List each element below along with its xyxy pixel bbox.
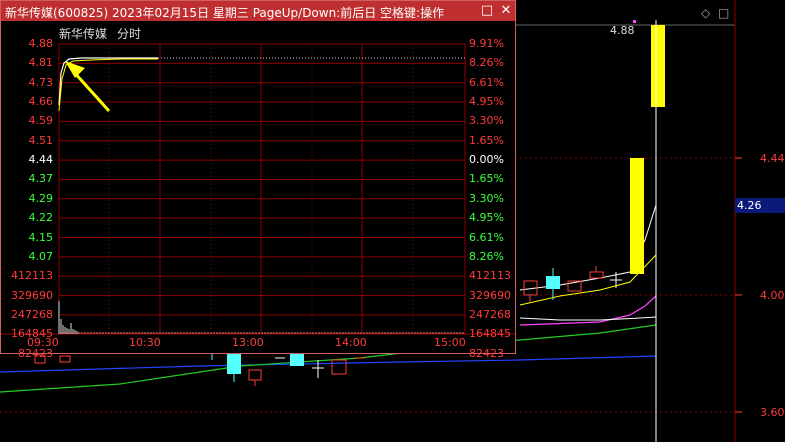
percent-label: 6.61%	[469, 230, 504, 244]
price-label: 4.73	[28, 75, 54, 89]
intraday-chart[interactable]	[1, 1, 515, 353]
diamond-icon[interactable]: ◇	[701, 6, 710, 20]
time-label: 09:30	[27, 336, 59, 349]
price-label: 4.15	[28, 230, 54, 244]
percent-label: 0.00%	[469, 153, 504, 167]
annotation-arrow	[71, 69, 111, 113]
price-label: 4.66	[28, 95, 54, 109]
time-label: 14:00	[335, 336, 367, 349]
price-label: 4.22	[28, 211, 54, 225]
ma-white-line	[519, 316, 657, 321]
percent-label: 4.95%	[469, 95, 504, 109]
volume-label: 412113	[469, 269, 511, 283]
restore-icon[interactable]: □	[718, 6, 729, 20]
price-label: 4.29	[28, 191, 54, 205]
percent-label: 6.61%	[469, 75, 504, 89]
intraday-popup-window[interactable]: 新华传媒(600825) 2023年02月15日 星期三 PageUp/Down…	[0, 0, 516, 360]
percent-label: 9.91%	[469, 37, 504, 50]
time-label: 10:30	[129, 336, 161, 349]
price-label: 4.07	[28, 249, 54, 263]
volume-label: 329690	[469, 288, 511, 302]
percent-label: 1.65%	[469, 172, 504, 186]
chart-mode-label: 分时	[117, 27, 142, 41]
last-price-label: 4.88	[610, 24, 635, 37]
limit-up-candle-2	[651, 25, 665, 107]
price-label: 4.51	[28, 133, 54, 147]
percent-label: 8.26%	[469, 249, 504, 263]
volume-label: 164845	[469, 327, 511, 341]
time-label: 15:00	[434, 336, 466, 349]
axis-price-label: 4.44	[760, 152, 785, 165]
limit-up-candle-1	[630, 158, 644, 274]
percent-label: 4.95%	[469, 211, 504, 225]
chart-frame	[58, 43, 466, 334]
axis-price-label: 3.60	[760, 406, 785, 419]
volume-label: 412113	[11, 269, 53, 283]
stock-name: 新华传媒	[59, 27, 108, 41]
price-label: 4.44	[28, 153, 54, 167]
time-label: 13:00	[232, 336, 264, 349]
ma-blue-line	[0, 355, 657, 373]
price-label: 4.88	[28, 37, 54, 50]
current-price-marker: 4.26	[735, 198, 785, 213]
axis-price-label: 4.00	[760, 289, 785, 302]
price-label: 4.59	[28, 114, 54, 128]
volume-label: 82423	[469, 346, 504, 360]
price-label: 4.81	[28, 56, 54, 70]
percent-label: 8.26%	[469, 56, 504, 70]
percent-label: 1.65%	[469, 133, 504, 147]
price-label: 4.37	[28, 172, 54, 186]
volume-label: 247268	[11, 307, 53, 321]
volume-label: 247268	[469, 307, 511, 321]
percent-label: 3.30%	[469, 191, 504, 205]
volume-label: 329690	[11, 288, 53, 302]
percent-label: 3.30%	[469, 114, 504, 128]
